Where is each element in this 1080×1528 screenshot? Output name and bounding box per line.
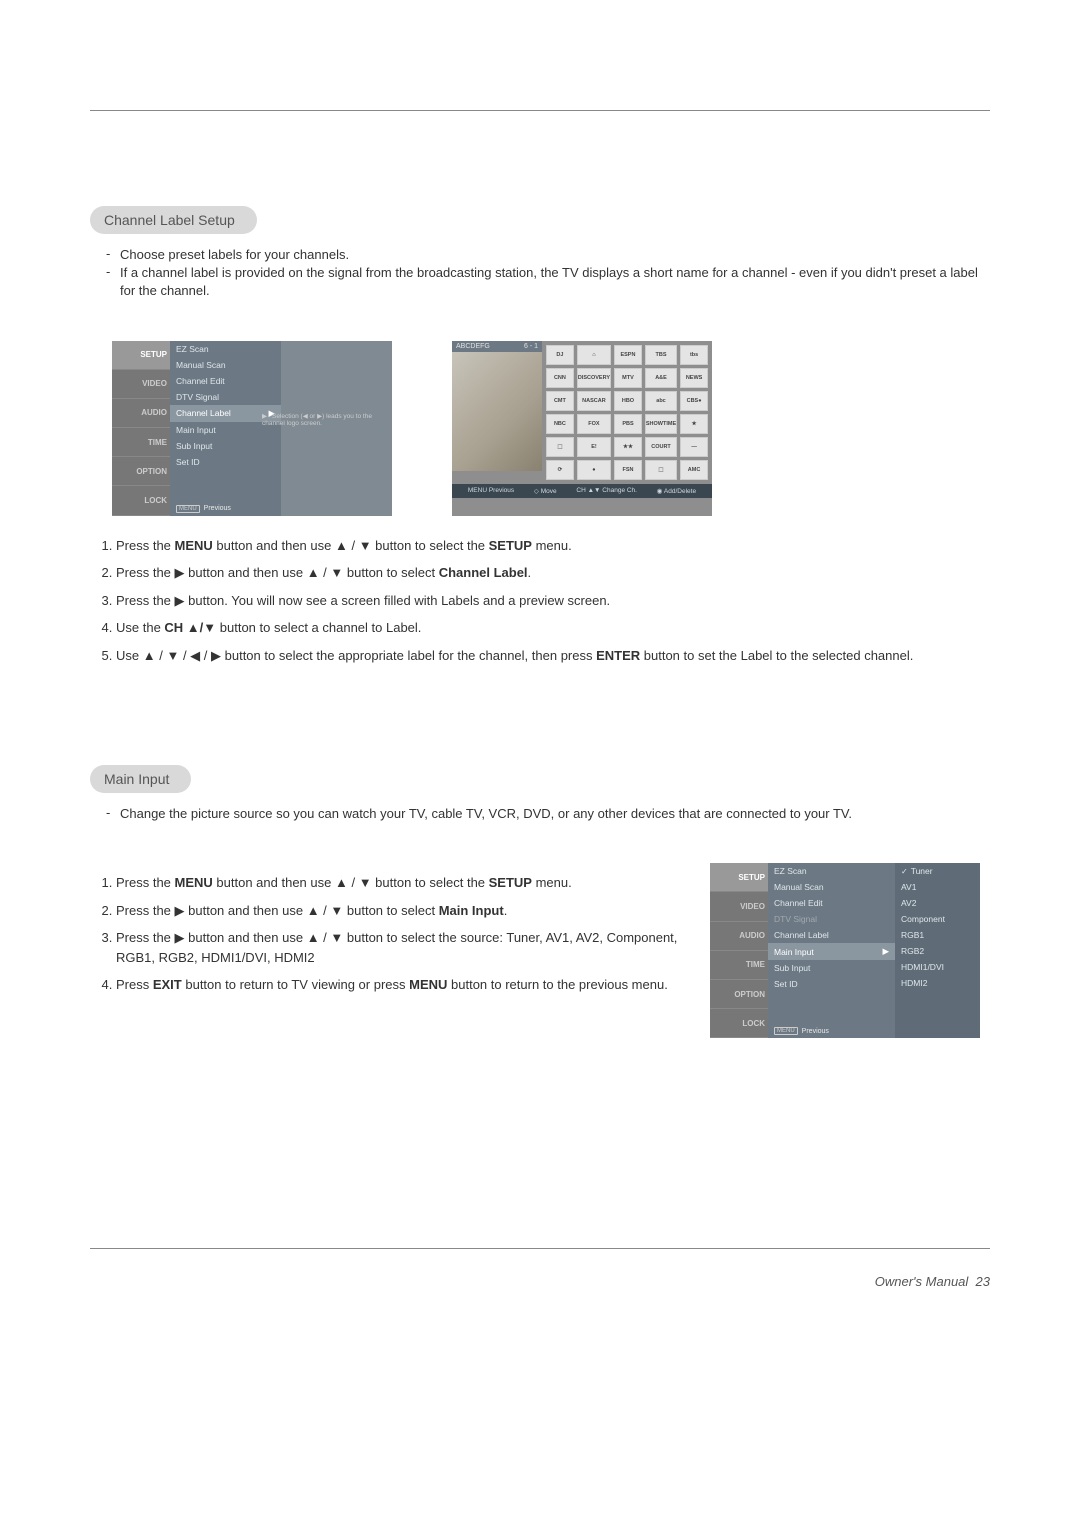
- menu-dtv-signal: DTV Signal: [170, 389, 281, 405]
- step: Press EXIT button to return to TV viewin…: [116, 975, 680, 995]
- menu-sub-input: Sub Input: [170, 438, 281, 454]
- logo-cell: tbs: [680, 345, 708, 365]
- bottom-rule: [90, 1248, 990, 1249]
- osd-hint: ▶Selection (◀ or ▶) leads you to the cha…: [262, 413, 382, 429]
- submenu-av2: AV2: [895, 895, 980, 911]
- step: Press the ▶ button. You will now see a s…: [116, 591, 990, 611]
- submenu-rgb1: RGB1: [895, 927, 980, 943]
- logo-cell: ★: [680, 414, 708, 434]
- logo-cell: ●: [577, 460, 611, 480]
- osd-label-picker: ABCDEFG 6 - 1 DJ ⌂ ESPN TBS tbs CNN DISC…: [452, 341, 712, 516]
- submenu-hdmi2: HDMI2: [895, 975, 980, 991]
- submenu-av1: AV1: [895, 879, 980, 895]
- logo-grid: DJ ⌂ ESPN TBS tbs CNN DISCOVERY MTV A&E …: [542, 341, 712, 484]
- menu-footer: MENUPrevious: [768, 1024, 895, 1038]
- menu-set-id: Set ID: [768, 976, 895, 992]
- sidebar-audio: AUDIO: [112, 399, 170, 428]
- logo-cell: AMC: [680, 460, 708, 480]
- sidebar-lock: LOCK: [112, 486, 170, 515]
- sidebar-video: VIDEO: [710, 892, 768, 921]
- logo-cell: DJ: [546, 345, 574, 365]
- logo-cell: FSN: [614, 460, 642, 480]
- menu-footer: MENUPrevious: [170, 502, 281, 516]
- section1-intro: -Choose preset labels for your channels.…: [90, 246, 990, 301]
- preview-channel-num: 6 - 1: [524, 343, 538, 350]
- menu-dtv-signal: DTV Signal: [768, 911, 895, 927]
- sidebar-setup: SETUP: [112, 341, 170, 370]
- preview-image: [452, 352, 542, 471]
- submenu-rgb2: RGB2: [895, 943, 980, 959]
- logo-cell: —: [680, 437, 708, 457]
- osd-submenu-column: Tuner AV1 AV2 Component RGB1 RGB2 HDMI1/…: [895, 863, 980, 1038]
- sidebar-option: OPTION: [112, 457, 170, 486]
- logo-cell: NEWS: [680, 368, 708, 388]
- page-footer: Owner's Manual 23: [90, 1248, 990, 1289]
- logo-cell: ⟳: [546, 460, 574, 480]
- logo-cell: MTV: [614, 368, 642, 388]
- menu-manual-scan: Manual Scan: [170, 357, 281, 373]
- preview-channel-name: ABCDEFG: [456, 343, 490, 350]
- logo-cell: A&E: [645, 368, 677, 388]
- logo-cell: CBS●: [680, 391, 708, 411]
- logo-cell: COURT: [645, 437, 677, 457]
- menu-manual-scan: Manual Scan: [768, 879, 895, 895]
- channel-preview: ABCDEFG 6 - 1: [452, 341, 542, 471]
- step: Use ▲ / ▼ / ◀ / ▶ button to select the a…: [116, 646, 990, 666]
- menu-channel-edit: Channel Edit: [170, 373, 281, 389]
- submenu-hdmi1: HDMI1/DVI: [895, 959, 980, 975]
- menu-main-input: Main Input▶: [768, 943, 895, 960]
- logo-cell: E!: [577, 437, 611, 457]
- osd-sidebar: SETUP VIDEO AUDIO TIME OPTION LOCK: [112, 341, 170, 516]
- logo-cell: abc: [645, 391, 677, 411]
- submenu-tuner: Tuner: [895, 863, 980, 879]
- sidebar-time: TIME: [710, 951, 768, 980]
- sidebar-option: OPTION: [710, 980, 768, 1009]
- menu-channel-edit: Channel Edit: [768, 895, 895, 911]
- step: Press the MENU button and then use ▲ / ▼…: [116, 536, 990, 556]
- menu-set-id: Set ID: [170, 454, 281, 470]
- section2-title: Main Input: [90, 765, 191, 793]
- logo-cell: SHOWTIME: [645, 414, 677, 434]
- sidebar-audio: AUDIO: [710, 922, 768, 951]
- step: Press the ▶ button and then use ▲ / ▼ bu…: [116, 901, 680, 921]
- logo-cell: CMT: [546, 391, 574, 411]
- logo-cell: ⬚: [645, 460, 677, 480]
- step: Press the ▶ button and then use ▲ / ▼ bu…: [116, 563, 990, 583]
- logo-cell: ESPN: [614, 345, 642, 365]
- logo-cell: FOX: [577, 414, 611, 434]
- section1-title: Channel Label Setup: [90, 206, 257, 234]
- logo-cell: DISCOVERY: [577, 368, 611, 388]
- label-osd-footer: MENU Previous ◇ Move CH ▲▼ Change Ch. ◉ …: [452, 484, 712, 498]
- sidebar-setup: SETUP: [710, 863, 768, 892]
- logo-cell: TBS: [645, 345, 677, 365]
- sidebar-video: VIDEO: [112, 370, 170, 399]
- osd-sidebar: SETUP VIDEO AUDIO TIME OPTION LOCK: [710, 863, 768, 1038]
- logo-cell: HBO: [614, 391, 642, 411]
- section1-steps: Press the MENU button and then use ▲ / ▼…: [116, 536, 990, 666]
- section2-steps: Press the MENU button and then use ▲ / ▼…: [116, 873, 680, 995]
- osd-menu-column: EZ Scan Manual Scan Channel Edit DTV Sig…: [768, 863, 895, 1038]
- top-rule: [90, 110, 990, 111]
- menu-channel-label: Channel Label: [768, 927, 895, 943]
- sidebar-lock: LOCK: [710, 1009, 768, 1038]
- logo-cell: NASCAR: [577, 391, 611, 411]
- menu-ez-scan: EZ Scan: [768, 863, 895, 879]
- logo-cell: ⬚: [546, 437, 574, 457]
- logo-cell: ⌂: [577, 345, 611, 365]
- osd-setup-main-input: SETUP VIDEO AUDIO TIME OPTION LOCK EZ Sc…: [710, 863, 980, 1038]
- menu-ez-scan: EZ Scan: [170, 341, 281, 357]
- logo-cell: CNN: [546, 368, 574, 388]
- logo-cell: NBC: [546, 414, 574, 434]
- osd-setup-channel-label: SETUP VIDEO AUDIO TIME OPTION LOCK EZ Sc…: [112, 341, 392, 516]
- sidebar-time: TIME: [112, 428, 170, 457]
- logo-cell: PBS: [614, 414, 642, 434]
- step: Press the MENU button and then use ▲ / ▼…: [116, 873, 680, 893]
- logo-cell: ★★: [614, 437, 642, 457]
- step: Use the CH ▲/▼ button to select a channe…: [116, 618, 990, 638]
- step: Press the ▶ button and then use ▲ / ▼ bu…: [116, 928, 680, 967]
- menu-sub-input: Sub Input: [768, 960, 895, 976]
- section2-intro: -Change the picture source so you can wa…: [90, 805, 990, 823]
- submenu-component: Component: [895, 911, 980, 927]
